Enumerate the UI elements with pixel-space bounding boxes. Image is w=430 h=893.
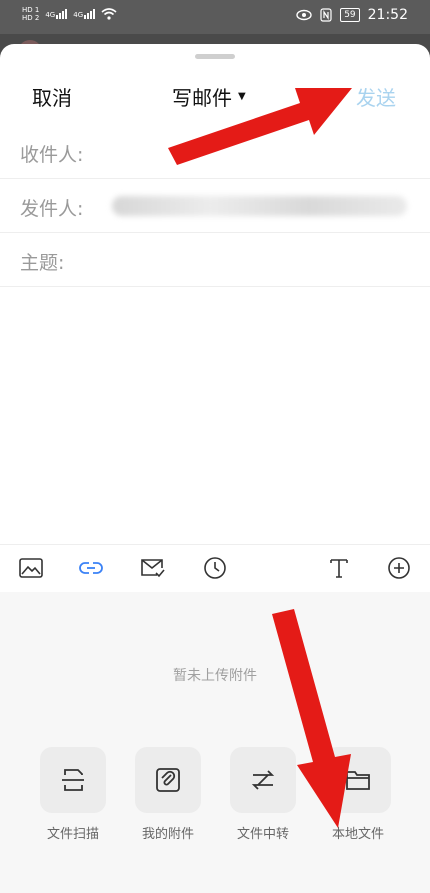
send-button[interactable]: 发送: [356, 82, 396, 111]
add-icon[interactable]: [384, 553, 414, 583]
transfer-icon: [251, 770, 275, 790]
compose-sheet: 取消 写邮件 ▼ 发送 收件人: 发件人: 主题: 暂未上传附件 文件扫描 我的…: [0, 44, 430, 893]
text-format-icon[interactable]: [324, 553, 354, 583]
clock-time: 21:52: [367, 7, 408, 23]
cancel-button[interactable]: 取消: [32, 82, 72, 111]
eye-icon: [296, 9, 312, 21]
sim-1-label: HD 1: [22, 6, 40, 14]
scan-document-tile: [40, 747, 106, 813]
clock-icon[interactable]: [200, 553, 230, 583]
drag-handle[interactable]: [195, 54, 235, 59]
compose-header: 取消 写邮件 ▼ 发送: [0, 72, 430, 120]
my-attachments-tile: [135, 747, 201, 813]
scan-document-icon: [62, 769, 84, 791]
scan-document-label: 文件扫描: [46, 827, 99, 842]
from-label: 发件人:: [20, 198, 84, 220]
mail-check-icon[interactable]: [138, 553, 168, 583]
link-icon[interactable]: [76, 553, 106, 583]
from-address-redacted: [112, 196, 407, 216]
empty-attachments-text: 暂未上传附件: [173, 668, 257, 684]
subject-label: 主题:: [20, 252, 65, 274]
compose-title[interactable]: 写邮件 ▼: [172, 82, 246, 111]
image-icon[interactable]: [16, 553, 46, 583]
file-transfer-tile: [230, 747, 296, 813]
network-1-label: 4G: [45, 11, 56, 19]
battery-indicator: 59: [340, 8, 360, 22]
file-transfer-label: 文件中转: [236, 827, 289, 842]
folder-icon: [346, 771, 370, 790]
attachment-icon: [156, 768, 180, 792]
compose-toolbar: [0, 544, 430, 593]
to-field[interactable]: 收件人:: [0, 124, 430, 179]
from-field[interactable]: 发件人:: [0, 178, 430, 233]
local-files-button[interactable]: 本地文件: [325, 747, 391, 842]
local-files-label: 本地文件: [331, 827, 384, 842]
caret-down-icon: ▼: [238, 91, 246, 102]
subject-field[interactable]: 主题:: [0, 232, 430, 287]
status-bar: HD 1 HD 2 4G 4G 59 21:52: [0, 0, 430, 34]
scan-document-button[interactable]: 文件扫描: [40, 747, 106, 842]
network-2-label: 4G: [73, 11, 84, 19]
file-transfer-button[interactable]: 文件中转: [230, 747, 296, 842]
local-files-tile: [325, 747, 391, 813]
to-label: 收件人:: [20, 144, 84, 166]
attachment-panel: 暂未上传附件 文件扫描 我的附件 文件中转 本地文件: [0, 592, 430, 893]
nfc-icon: [320, 8, 332, 22]
sim-indicator: HD 1 HD 2: [22, 6, 39, 22]
status-right: 59 21:52: [296, 7, 408, 23]
sim-2-label: HD 2: [22, 14, 40, 22]
wifi-icon: [101, 8, 117, 20]
compose-title-label: 写邮件: [172, 86, 232, 110]
status-left: HD 1 HD 2 4G 4G: [22, 6, 117, 22]
my-attachments-button[interactable]: 我的附件: [135, 747, 201, 842]
signal-2-icon: 4G: [73, 9, 96, 19]
signal-1-icon: 4G: [45, 9, 68, 19]
my-attachments-label: 我的附件: [141, 827, 194, 842]
